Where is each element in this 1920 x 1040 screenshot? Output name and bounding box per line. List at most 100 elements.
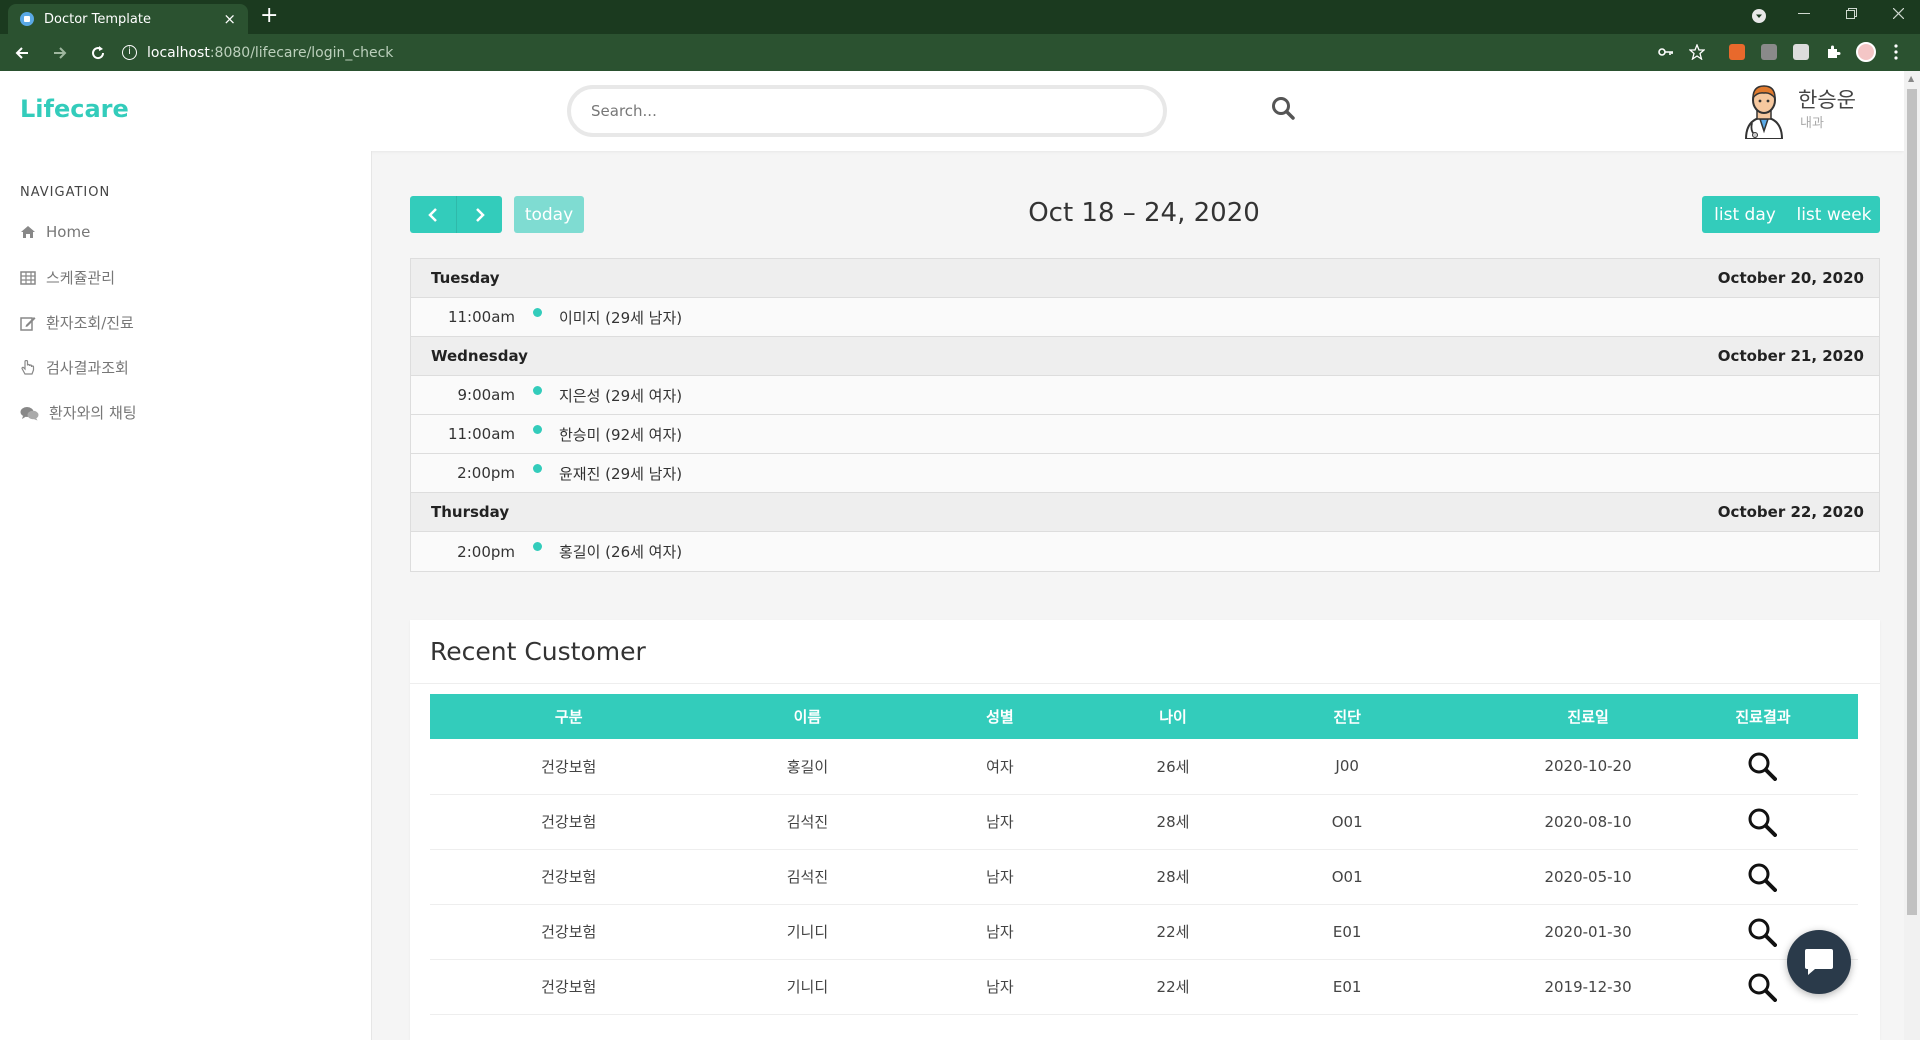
reload-icon[interactable] xyxy=(84,44,112,62)
navigation-heading: NAVIGATION xyxy=(20,185,111,200)
sidebar-item-patients[interactable]: 환자조회/진료 xyxy=(20,312,134,333)
sidebar-item-label: 스케쥴관리 xyxy=(46,269,116,287)
event-row[interactable]: 9:00am 지은성 (29세 여자) xyxy=(411,376,1879,415)
event-title[interactable]: 홍길이 (26세 여자) xyxy=(559,541,682,562)
user-name: 한승운 xyxy=(1798,88,1856,112)
table-icon xyxy=(20,270,36,285)
sidebar-item-label: 환자와의 채팅 xyxy=(49,404,137,422)
event-time: 11:00am xyxy=(447,308,515,326)
bookmark-star-icon[interactable] xyxy=(1689,44,1705,60)
column-header: 성별 xyxy=(907,694,1093,739)
extension-2-icon[interactable] xyxy=(1761,44,1777,60)
column-header: 구분 xyxy=(430,694,708,739)
extension-1-icon[interactable] xyxy=(1729,44,1745,60)
sidebar-item-schedule[interactable]: 스케쥴관리 xyxy=(20,267,115,288)
cell-age: 28세 xyxy=(1092,849,1254,905)
cell-age: 22세 xyxy=(1092,904,1254,960)
day-header: Wednesday October 21, 2020 xyxy=(411,337,1879,376)
cell-gender: 남자 xyxy=(907,849,1093,905)
profile-avatar-icon[interactable] xyxy=(1856,42,1876,62)
event-dot-icon xyxy=(533,463,542,473)
home-icon xyxy=(21,226,35,238)
table-row: 건강보험 김석진 남자 28세 O01 2020-08-10 xyxy=(430,794,1858,850)
search-input[interactable] xyxy=(571,89,1163,133)
key-icon[interactable] xyxy=(1658,46,1674,58)
event-time: 2:00pm xyxy=(457,542,515,561)
sidebar-item-chat[interactable]: 환자와의 채팅 xyxy=(20,402,137,423)
chevron-right-icon xyxy=(475,207,485,222)
back-icon[interactable] xyxy=(8,44,36,62)
cell-diagnosis: O01 xyxy=(1253,794,1441,850)
cell-result xyxy=(1735,849,1858,905)
doctor-avatar-icon[interactable] xyxy=(1740,83,1788,139)
extension-3-icon[interactable] xyxy=(1793,44,1809,60)
sidebar-item-label: Home xyxy=(46,223,91,241)
search-box xyxy=(567,85,1167,137)
cell-diagnosis: O01 xyxy=(1253,849,1441,905)
forward-icon[interactable] xyxy=(46,44,74,62)
more-menu-icon[interactable] xyxy=(1894,44,1898,60)
cell-result xyxy=(1735,739,1858,795)
cell-type: 건강보험 xyxy=(430,959,708,1015)
prev-week-button[interactable] xyxy=(410,196,456,233)
search-icon[interactable] xyxy=(1270,95,1296,121)
table-row: 건강보험 기니디 남자 22세 E01 2020-01-30 xyxy=(430,904,1858,960)
list-week-button[interactable]: list week xyxy=(1788,196,1880,233)
magnifier-icon[interactable] xyxy=(1747,751,1778,782)
cell-visit-date: 2020-05-10 xyxy=(1440,849,1736,905)
magnifier-icon[interactable] xyxy=(1747,807,1778,837)
cell-name: 기니디 xyxy=(707,904,908,960)
cell-type: 건강보험 xyxy=(430,849,708,905)
new-tab-button[interactable]: + xyxy=(260,5,278,27)
url-path: :8080/lifecare/login_check xyxy=(209,44,394,61)
event-time: 11:00am xyxy=(447,425,515,443)
magnifier-icon[interactable] xyxy=(1747,862,1778,892)
brand-logo[interactable]: Lifecare xyxy=(20,95,129,123)
event-row[interactable]: 2:00pm 윤재진 (29세 남자) xyxy=(411,454,1879,493)
url-field[interactable]: i localhost:8080/lifecare/login_check xyxy=(122,45,393,61)
browser-tab-bar: Doctor Template × + xyxy=(0,0,1920,34)
day-header: Tuesday October 20, 2020 xyxy=(411,259,1879,298)
scrollbar-thumb[interactable] xyxy=(1907,89,1917,915)
chat-icon xyxy=(20,406,39,420)
column-header: 진료결과 xyxy=(1735,694,1858,739)
close-window-icon[interactable] xyxy=(1893,8,1904,19)
magnifier-icon[interactable] xyxy=(1747,972,1778,1002)
today-button[interactable]: today xyxy=(514,196,584,233)
event-title[interactable]: 이미지 (29세 남자) xyxy=(559,307,682,328)
restore-icon[interactable] xyxy=(1846,8,1857,19)
cell-visit-date: 2020-08-10 xyxy=(1440,794,1736,850)
extensions-puzzle-icon[interactable] xyxy=(1825,44,1841,60)
weekday: Wednesday xyxy=(431,347,528,365)
event-title[interactable]: 윤재진 (29세 남자) xyxy=(559,463,682,484)
event-title[interactable]: 한승미 (92세 여자) xyxy=(559,424,682,445)
event-row[interactable]: 11:00am 이미지 (29세 남자) xyxy=(411,298,1879,337)
sidebar-item-home[interactable]: Home xyxy=(20,223,90,241)
customer-table: 구분 이름 성별 나이 진단 진료일 진료결과 건강보험 홍길이 여자 26세 … xyxy=(430,694,1858,1015)
hand-pointer-icon xyxy=(21,359,35,375)
scroll-up-arrow-icon[interactable]: ▲ xyxy=(1908,74,1914,83)
event-row[interactable]: 11:00am 한승미 (92세 여자) xyxy=(411,415,1879,454)
event-row[interactable]: 2:00pm 홍길이 (26세 여자) xyxy=(411,532,1879,571)
cell-name: 기니디 xyxy=(707,959,908,1015)
column-header: 진단 xyxy=(1253,694,1441,739)
magnifier-icon[interactable] xyxy=(1747,917,1778,947)
sidebar-item-test-results[interactable]: 검사결과조회 xyxy=(20,357,129,378)
cell-visit-date: 2020-10-20 xyxy=(1440,739,1736,795)
cell-gender: 남자 xyxy=(907,794,1093,850)
url-host: localhost xyxy=(147,44,210,61)
day-date: October 21, 2020 xyxy=(1717,347,1864,365)
list-day-button[interactable]: list day xyxy=(1702,196,1788,233)
event-title[interactable]: 지은성 (29세 여자) xyxy=(559,385,682,406)
minimize-icon[interactable] xyxy=(1798,13,1810,15)
table-row: 건강보험 홍길이 여자 26세 J00 2020-10-20 xyxy=(430,739,1858,795)
tab-close-button[interactable]: × xyxy=(223,10,236,28)
chat-fab-button[interactable] xyxy=(1787,930,1851,994)
cell-gender: 남자 xyxy=(907,904,1093,960)
event-dot-icon xyxy=(533,385,542,395)
profile-menu-icon[interactable] xyxy=(1752,9,1766,23)
browser-tab[interactable]: Doctor Template × xyxy=(8,4,248,34)
site-info-icon[interactable]: i xyxy=(122,45,137,60)
next-week-button[interactable] xyxy=(456,196,502,233)
event-time: 2:00pm xyxy=(457,464,515,482)
